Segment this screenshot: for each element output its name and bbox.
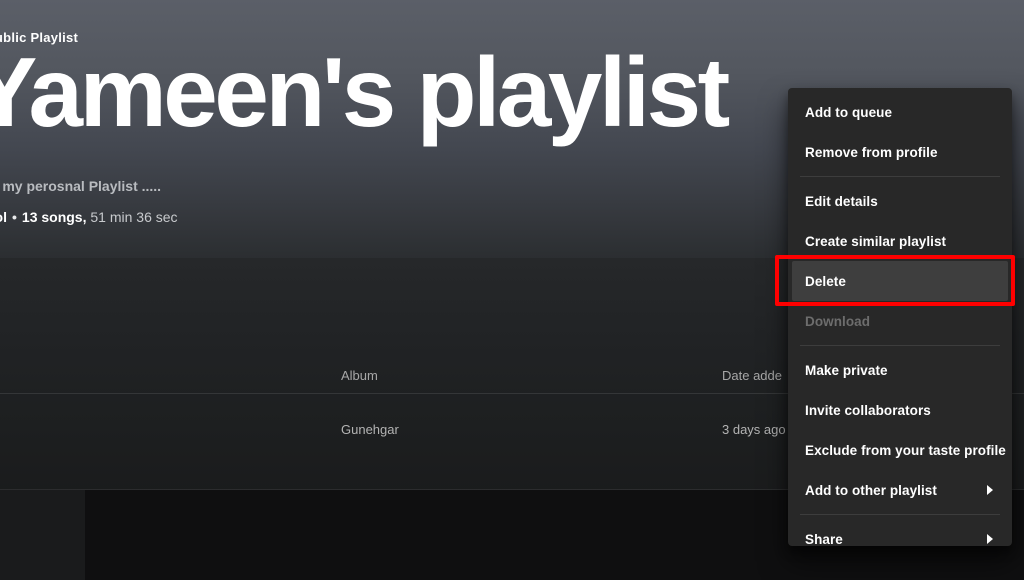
column-header-album[interactable]: Album — [341, 368, 378, 383]
menu-item-make-private[interactable]: Make private — [792, 350, 1008, 390]
menu-separator — [800, 176, 1000, 177]
spotify-playlist-page: Public Playlist Yameen's playlist ts my … — [0, 0, 1024, 580]
menu-item-exclude-from-your-taste-profile[interactable]: Exclude from your taste profile — [792, 430, 1008, 470]
track-album[interactable]: Gunehgar — [341, 422, 399, 437]
meta-separator: • — [12, 209, 17, 225]
menu-item-label: Download — [805, 313, 871, 329]
menu-item-label: Make private — [805, 362, 888, 378]
menu-item-label: Share — [805, 531, 843, 547]
column-header-date-added[interactable]: Date adde — [722, 368, 782, 383]
playlist-title[interactable]: Yameen's playlist — [0, 42, 730, 142]
playlist-owner[interactable]: ool — [0, 209, 7, 225]
menu-separator — [800, 514, 1000, 515]
menu-item-delete[interactable]: Delete — [792, 261, 1008, 301]
menu-separator — [800, 345, 1000, 346]
menu-item-label: Add to other playlist — [805, 482, 937, 498]
menu-item-remove-from-profile[interactable]: Remove from profile — [792, 132, 1008, 172]
track-date-added: 3 days ago — [722, 422, 786, 437]
menu-item-add-to-queue[interactable]: Add to queue — [792, 92, 1008, 132]
menu-item-add-to-other-playlist[interactable]: Add to other playlist — [792, 470, 1008, 510]
menu-item-label: Remove from profile — [805, 144, 938, 160]
playlist-song-count: 13 songs, — [21, 209, 87, 225]
playlist-meta: ool •13 songs, 51 min 36 sec — [0, 209, 178, 225]
menu-item-download: Download — [792, 301, 1008, 341]
menu-item-label: Add to queue — [805, 104, 893, 120]
menu-item-label: Delete — [805, 273, 846, 289]
menu-item-label: Create similar playlist — [805, 233, 947, 249]
menu-item-label: Edit details — [805, 193, 878, 209]
menu-item-invite-collaborators[interactable]: Invite collaborators — [792, 390, 1008, 430]
playlist-context-menu[interactable]: Add to queue Remove from profile Edit deta… — [788, 88, 1012, 546]
menu-item-label: Invite collaborators — [805, 402, 931, 418]
menu-item-create-similar-playlist[interactable]: Create similar playlist — [792, 221, 1008, 261]
playlist-description: ts my perosnal Playlist ..... — [0, 178, 162, 194]
chevron-right-icon — [987, 485, 993, 495]
menu-item-edit-details[interactable]: Edit details — [792, 181, 1008, 221]
menu-item-share[interactable]: Share — [792, 519, 1008, 546]
chevron-right-icon — [987, 534, 993, 544]
playlist-duration: 51 min 36 sec — [90, 209, 178, 225]
menu-item-label: Exclude from your taste profile — [805, 442, 1006, 458]
